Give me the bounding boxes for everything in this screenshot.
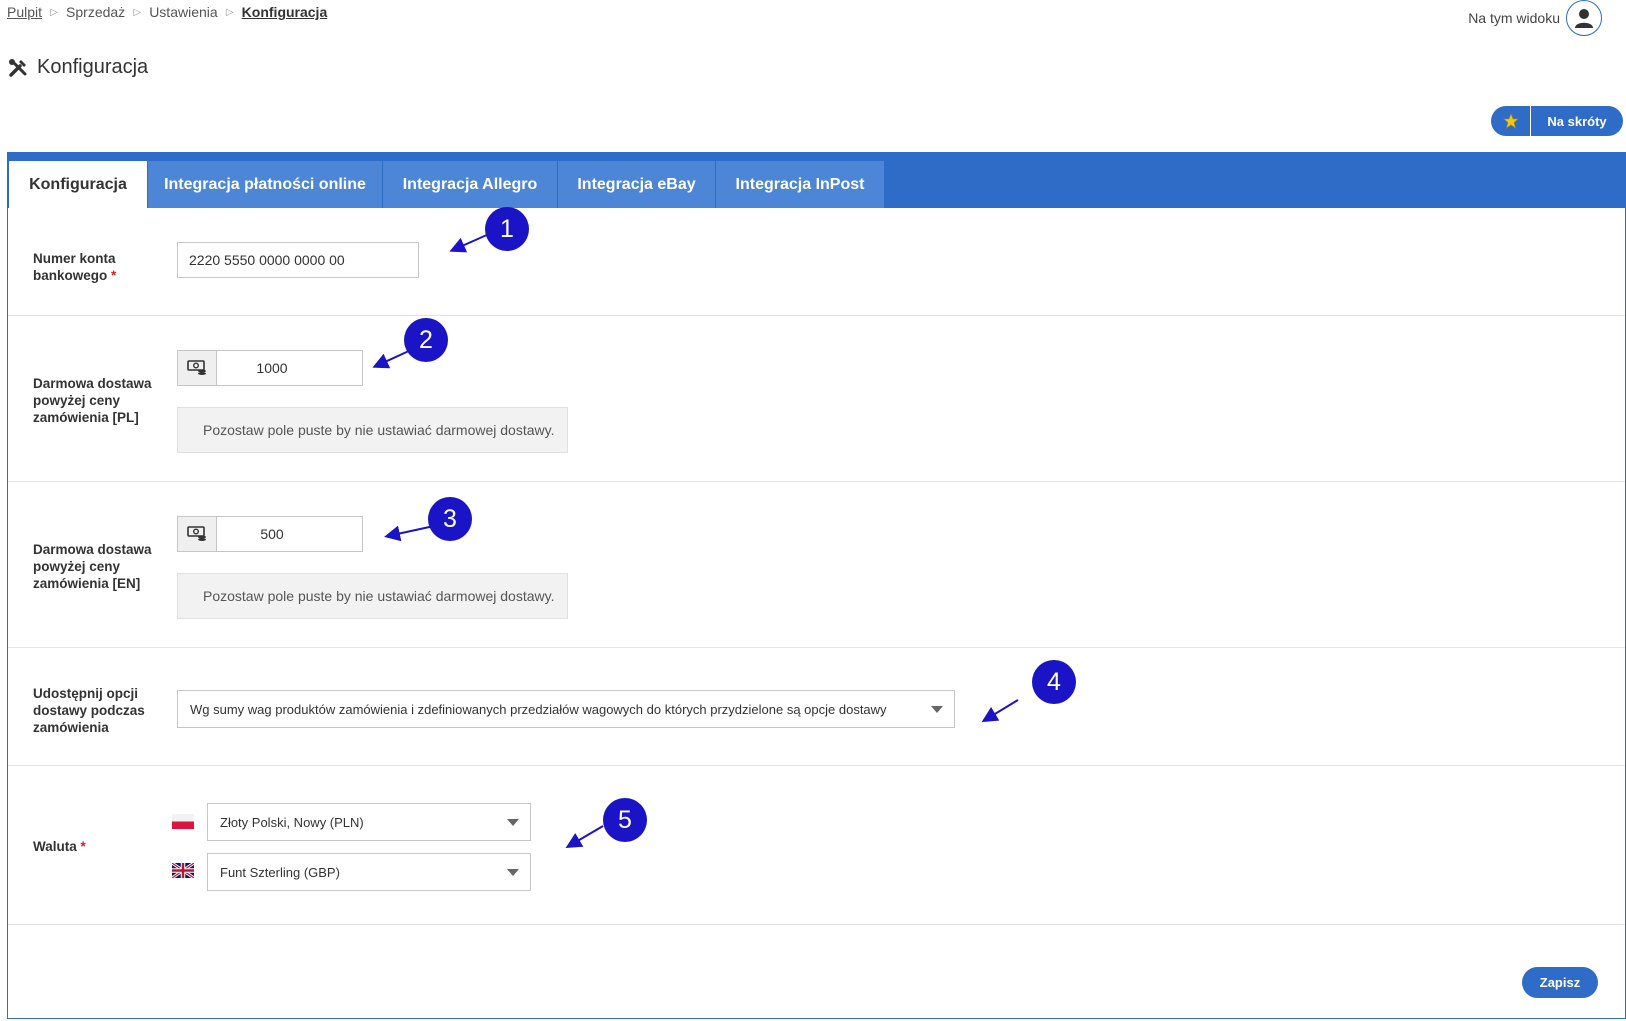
annotation-badge-4: 4 xyxy=(1032,660,1076,704)
free-shipping-pl-group: 1000 xyxy=(177,350,363,386)
free-shipping-pl-label: Darmowa dostawa powyżej ceny zamówienia … xyxy=(33,376,152,425)
free-shipping-pl-input[interactable]: 1000 xyxy=(217,350,363,386)
row-currency: Waluta * Złoty Polski, Nowy (PLN) Funt S… xyxy=(8,767,1625,925)
currency-label: Waluta * xyxy=(33,839,86,854)
currency-pl-select[interactable]: Złoty Polski, Nowy (PLN) xyxy=(207,803,531,841)
poland-flag-icon xyxy=(172,814,194,829)
view-user[interactable]: Na tym widoku xyxy=(1468,0,1602,36)
breadcrumb-pulpit[interactable]: Pulpit xyxy=(7,4,42,20)
breadcrumb-sprzedaz[interactable]: Sprzedaż xyxy=(66,4,125,20)
view-user-label: Na tym widoku xyxy=(1468,10,1560,26)
bank-account-input[interactable]: 2220 5550 0000 0000 00 xyxy=(177,242,419,278)
config-panel: Konfiguracja Integracja płatności online… xyxy=(7,152,1626,1019)
money-icon xyxy=(177,516,217,552)
free-shipping-en-hint: Pozostaw pole puste by nie ustawiać darm… xyxy=(177,573,568,619)
annotation-badge-5: 5 xyxy=(603,798,647,842)
shipping-options-select[interactable]: Wg sumy wag produktów zamówienia i zdefi… xyxy=(177,690,955,728)
shortcut-button[interactable]: Na skróty xyxy=(1491,106,1623,136)
shipping-options-label: Udostępnij opcji dostawy podczas zamówie… xyxy=(33,686,145,735)
shortcut-label: Na skróty xyxy=(1547,113,1607,129)
row-free-shipping-en: Darmowa dostawa powyżej ceny zamówienia … xyxy=(8,483,1625,648)
annotation-badge-3: 3 xyxy=(428,497,472,541)
breadcrumb-current[interactable]: Konfiguracja xyxy=(242,4,328,20)
currency-pl-value: Złoty Polski, Nowy (PLN) xyxy=(220,814,364,830)
currency-en-select[interactable]: Funt Szterling (GBP) xyxy=(207,853,531,891)
breadcrumb: Pulpit ▷ Sprzedaż ▷ Ustawienia ▷ Konfigu… xyxy=(7,4,327,20)
tab-konfiguracja[interactable]: Konfiguracja xyxy=(9,161,148,208)
tab-integracja-platnosci[interactable]: Integracja płatności online xyxy=(148,161,383,208)
page-title: Konfiguracja xyxy=(8,56,148,79)
breadcrumb-ustawienia[interactable]: Ustawienia xyxy=(149,4,217,20)
breadcrumb-separator-icon: ▷ xyxy=(225,6,234,18)
tools-icon xyxy=(8,58,28,78)
user-icon[interactable] xyxy=(1566,0,1602,36)
tab-integracja-allegro[interactable]: Integracja Allegro xyxy=(383,161,558,208)
free-shipping-en-label: Darmowa dostawa powyżej ceny zamówienia … xyxy=(33,542,152,591)
row-bank-account: Numer konta bankowego * 2220 5550 0000 0… xyxy=(8,208,1625,316)
row-free-shipping-pl: Darmowa dostawa powyżej ceny zamówienia … xyxy=(8,317,1625,482)
chevron-down-icon xyxy=(507,819,519,826)
tab-bar: Konfiguracja Integracja płatności online… xyxy=(8,152,1625,208)
shipping-options-value: Wg sumy wag produktów zamówienia i zdefi… xyxy=(190,701,887,717)
star-icon xyxy=(1491,106,1531,136)
required-marker: * xyxy=(111,268,117,283)
free-shipping-en-group: 500 xyxy=(177,516,363,552)
annotation-badge-1: 1 xyxy=(485,207,529,251)
free-shipping-pl-hint: Pozostaw pole puste by nie ustawiać darm… xyxy=(177,407,568,453)
chevron-down-icon xyxy=(507,869,519,876)
uk-flag-icon xyxy=(171,861,195,880)
breadcrumb-separator-icon: ▷ xyxy=(50,6,58,18)
bank-account-label: Numer konta bankowego * xyxy=(33,251,117,283)
row-shipping-options: Udostępnij opcji dostawy podczas zamówie… xyxy=(8,649,1625,766)
currency-en-value: Funt Szterling (GBP) xyxy=(220,864,340,880)
page-title-text: Konfiguracja xyxy=(37,56,149,78)
tab-integracja-ebay[interactable]: Integracja eBay xyxy=(558,161,716,208)
free-shipping-en-input[interactable]: 500 xyxy=(217,516,363,552)
annotation-badge-2: 2 xyxy=(404,318,448,362)
required-marker: * xyxy=(80,839,86,854)
breadcrumb-separator-icon: ▷ xyxy=(133,6,142,18)
save-button[interactable]: Zapisz xyxy=(1522,967,1598,998)
tab-integracja-inpost[interactable]: Integracja InPost xyxy=(716,161,885,208)
money-icon xyxy=(177,350,217,386)
chevron-down-icon xyxy=(931,706,943,713)
